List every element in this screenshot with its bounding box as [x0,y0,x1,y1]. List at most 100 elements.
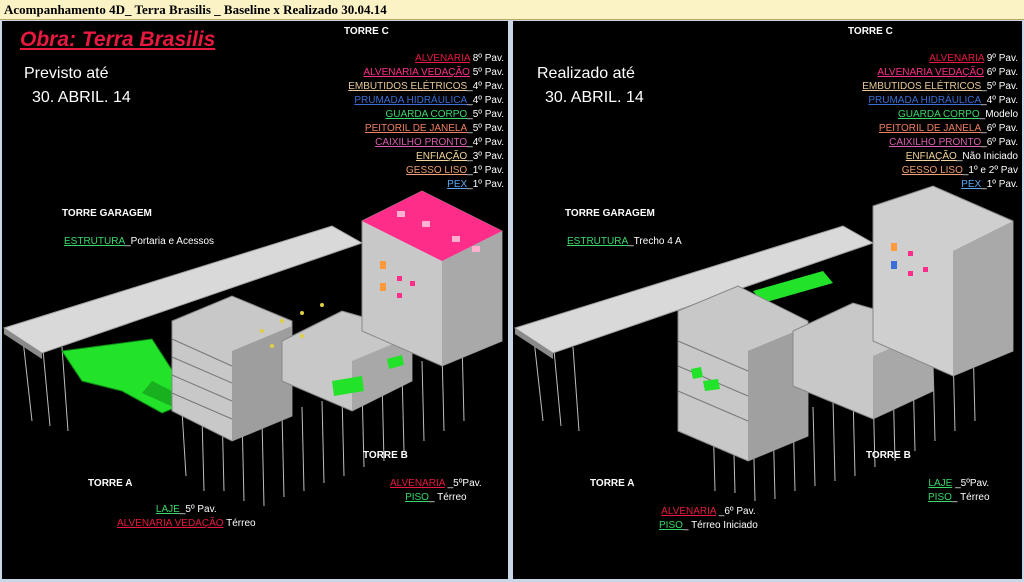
torre-garagem-heading: TORRE GARAGEM [565,208,655,219]
status-key: GESSO LISO [901,165,963,176]
panel-baseline: Obra: Terra Brasilis Previsto até 30. AB… [2,21,508,579]
torre-a-status-list: LAJE_5º Pav. ALVENARIA VEDAÇÃO Térreo [117,503,256,531]
status-value: _4º Pav. [981,95,1018,106]
status-value: _1º Pav. [981,179,1018,190]
status-value: _ Térreo [951,492,990,503]
status-key: PISO [659,520,683,531]
status-item: LAJE _5ºPav. [928,477,990,491]
torre-a-heading: TORRE A [590,478,635,489]
status-value: _5º Pav. [981,81,1018,92]
torre-c-heading: TORRE C [344,26,389,37]
status-key: GUARDA CORPO [897,109,980,120]
status-item: CAIXILHO PRONTO_6º Pav. [862,136,1018,150]
status-key: GESSO LISO [406,165,468,176]
status-value: _Não Iniciado [956,151,1018,162]
status-value: _1º Pav. [467,165,504,176]
torre-c-heading: TORRE C [848,26,893,37]
status-value: 9º Pav. [983,53,1018,64]
status-key: LAJE [155,504,180,515]
status-value: _4º Pav. [467,137,504,148]
status-value: _5ºPav. [952,478,990,489]
garagem-key: ESTRUTURA [64,236,126,247]
status-key: PEITORIL DE JANELA [878,123,982,134]
status-item: ENFIAÇÃO_Não Iniciado [862,150,1018,164]
status-item: PISO_ Térreo [928,491,990,505]
status-key: PISO [928,492,952,503]
status-value: _1º e 2º Pav [962,165,1018,176]
status-item: GESSO LISO_1º Pav. [348,164,504,178]
previsto-label: Previsto até [24,65,109,82]
status-item: EMBUTIDOS ELÉTRICOS_4º Pav. [348,80,504,94]
obra-title: Obra: Terra Brasilis [20,28,216,51]
garagem-status: ESTRUTURA_Trecho 4 A [567,236,682,247]
status-value: _Modelo [979,109,1018,120]
page-title: Acompanhamento 4D_ Terra Brasilis _ Base… [4,2,387,17]
status-item: ALVENARIA VEDAÇÃO 5º Pav. [348,66,504,80]
status-value: 8º Pav. [469,53,504,64]
torre-a-status-list: ALVENARIA _6º Pav. PISO_ Térreo Iniciado [659,505,758,533]
torre-c-status-list: ALVENARIA 9º Pav. ALVENARIA VEDAÇÃO 6º Pa… [862,52,1018,192]
status-value: _6º Pav. [981,123,1018,134]
status-value: _4º Pav. [467,95,504,106]
status-item: PEITORIL DE JANELA_5º Pav. [348,122,504,136]
status-value: _3º Pav. [467,151,504,162]
status-item: PEX_1º Pav. [862,178,1018,192]
status-item: ALVENARIA VEDAÇÃO Térreo [117,517,256,531]
status-item: ALVENARIA VEDAÇÃO 6º Pav. [862,66,1018,80]
status-key: ENFIAÇÃO [416,151,468,162]
status-key: EMBUTIDOS ELÉTRICOS [348,81,468,92]
status-key: PEX [447,179,468,190]
status-key: PEX [961,179,982,190]
status-item: ALVENARIA 8º Pav. [348,52,504,66]
status-value: _5º Pav. [467,123,504,134]
realizado-label: Realizado até [537,65,635,82]
status-item: PISO_ Térreo Iniciado [659,519,758,533]
status-key: EMBUTIDOS ELÉTRICOS [862,81,982,92]
previsto-date: 30. ABRIL. 14 [32,89,131,106]
status-value: _6º Pav. [716,506,756,517]
status-key: PRUMADA HIDRÁULICA [868,95,982,106]
status-item: CAIXILHO PRONTO_4º Pav. [348,136,504,150]
torre-b-heading: TORRE B [363,450,408,461]
status-item: EMBUTIDOS ELÉTRICOS_5º Pav. [862,80,1018,94]
status-item: PEITORIL DE JANELA_6º Pav. [862,122,1018,136]
status-item: ALVENARIA 9º Pav. [862,52,1018,66]
status-value: Térreo [223,518,256,529]
garagem-value: _Portaria e Acessos [125,236,215,247]
status-key: GUARDA CORPO [385,109,468,120]
status-item: GESSO LISO_1º e 2º Pav [862,164,1018,178]
garagem-key: ESTRUTURA [567,236,629,247]
status-key: ALVENARIA [415,53,470,64]
status-item: PEX_1º Pav. [348,178,504,192]
status-value: _6º Pav. [981,137,1018,148]
status-key: ALVENARIA VEDAÇÃO [117,518,224,529]
torre-b-heading: TORRE B [866,450,911,461]
status-value: 5º Pav. [469,67,504,78]
status-value: _5ºPav. [444,478,482,489]
status-key: ALVENARIA [661,506,716,517]
status-key: CAIXILHO PRONTO [889,137,982,148]
garagem-value: _Trecho 4 A [628,236,682,247]
torre-b-status-list: ALVENARIA _5ºPav. PISO_ Térreo [390,477,482,505]
status-item: LAJE_5º Pav. [117,503,256,517]
status-value: _4º Pav. [467,81,504,92]
status-key: ALVENARIA [390,478,445,489]
status-key: LAJE [928,478,953,489]
status-item: GUARDA CORPO_5º Pav. [348,108,504,122]
torre-c-status-list: ALVENARIA 8º Pav. ALVENARIA VEDAÇÃO 5º Pa… [348,52,504,192]
title-bar: Acompanhamento 4D_ Terra Brasilis _ Base… [0,0,1024,20]
status-key: PISO [405,492,429,503]
status-value: 6º Pav. [983,67,1018,78]
status-item: PRUMADA HIDRÁULICA_4º Pav. [348,94,504,108]
status-key: ENFIAÇÃO [905,151,957,162]
realizado-date: 30. ABRIL. 14 [545,89,644,106]
status-value: _5º Pav. [179,504,217,515]
panel-realizado: Realizado até 30. ABRIL. 14 TORRE C ALVE… [513,21,1022,579]
status-item: ALVENARIA _6º Pav. [659,505,758,519]
status-value: _1º Pav. [467,179,504,190]
status-key: ALVENARIA VEDAÇÃO [363,67,470,78]
status-value: _ Térreo Iniciado [682,520,758,531]
status-key: PEITORIL DE JANELA [364,123,468,134]
torre-a-heading: TORRE A [88,478,133,489]
status-value: _5º Pav. [467,109,504,120]
